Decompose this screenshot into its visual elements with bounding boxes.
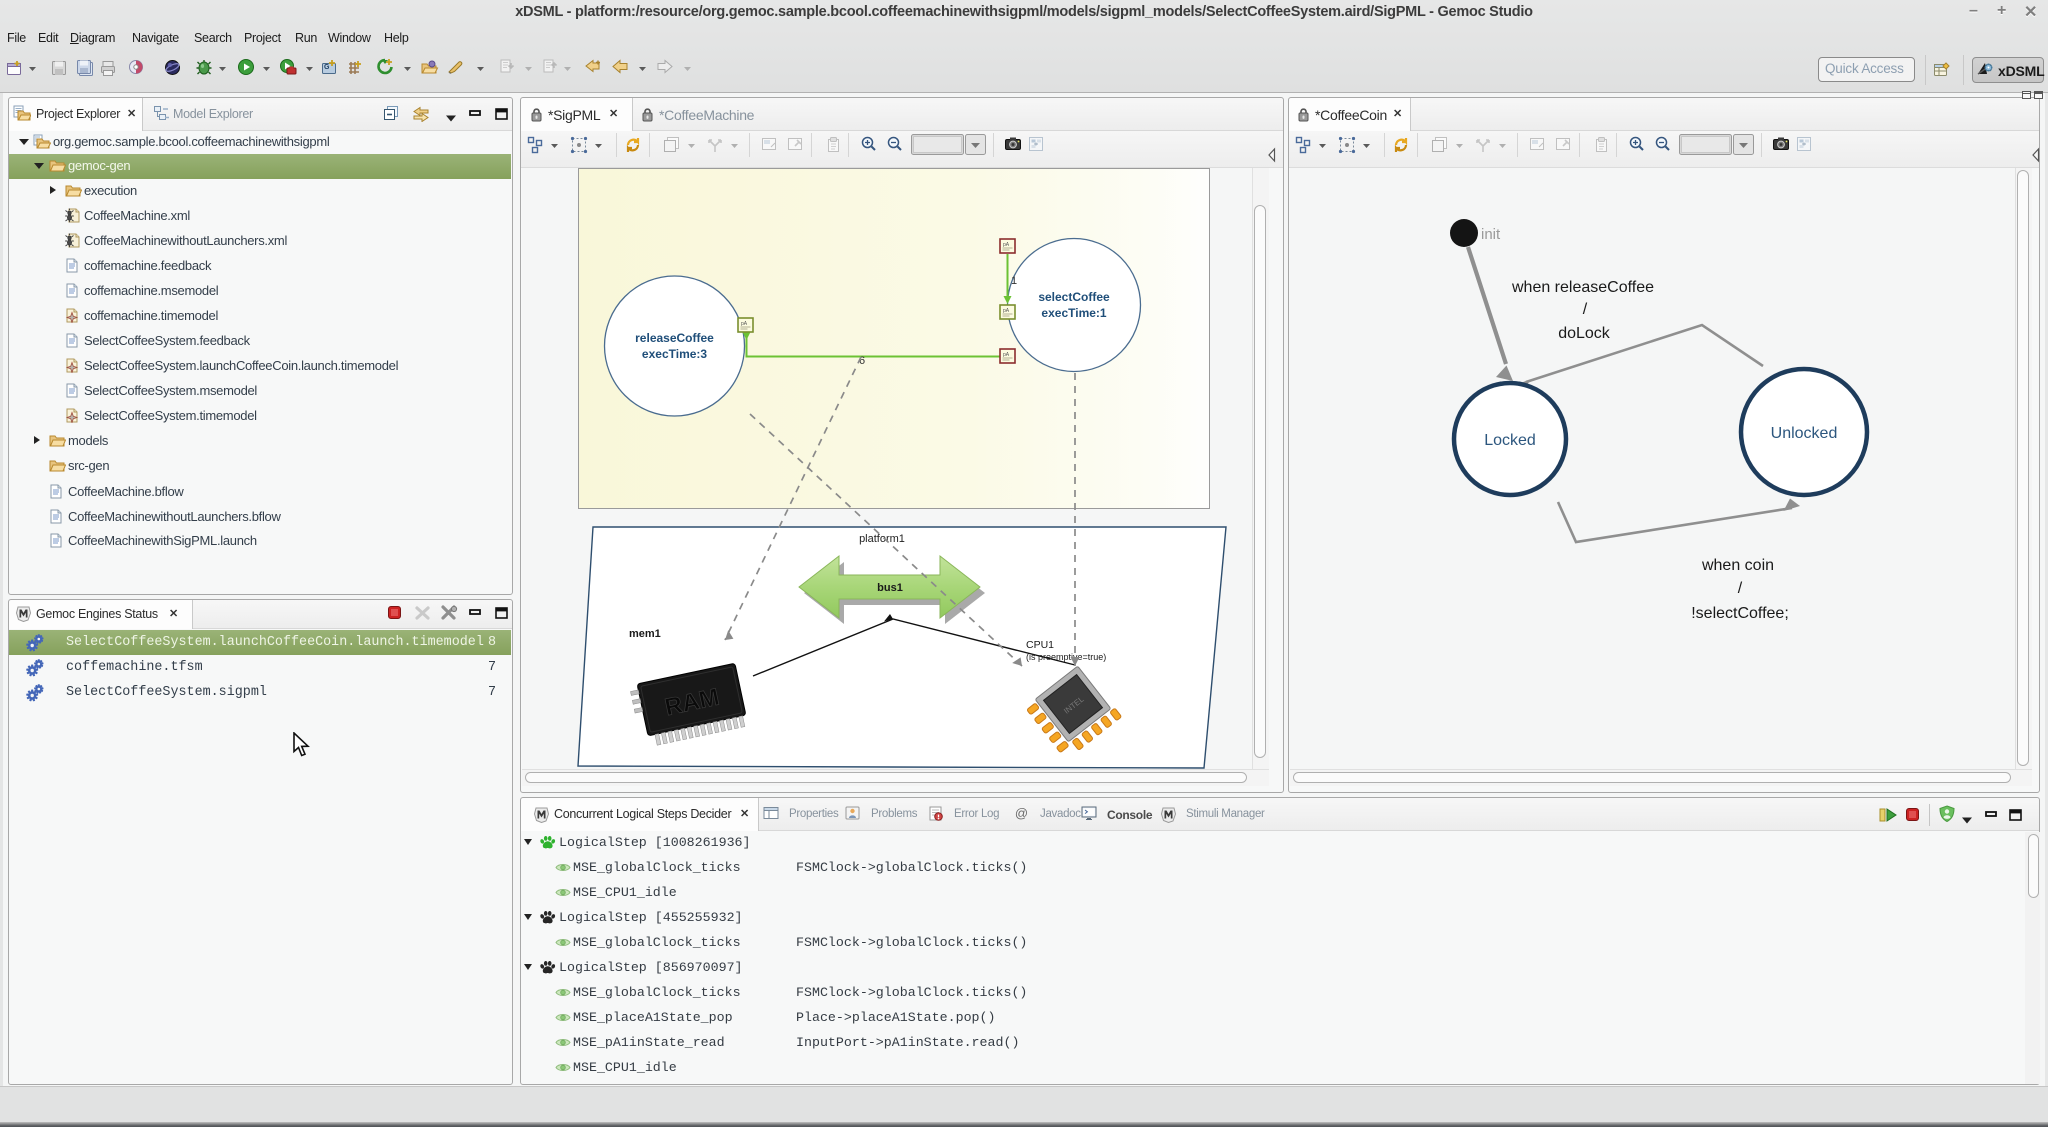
svg-text:platform1: platform1 (859, 533, 905, 545)
svg-text:doLock: doLock (1558, 325, 1611, 342)
svg-text:pA: pA (1003, 352, 1010, 358)
svg-text:pA: pA (741, 321, 748, 327)
svg-text:G: G (324, 64, 330, 71)
svg-text:init: init (1481, 226, 1501, 243)
svg-text:/: / (1738, 580, 1743, 597)
svg-text:Unlocked: Unlocked (1771, 425, 1838, 442)
svg-text:!selectCoffee;: !selectCoffee; (1691, 605, 1789, 622)
svg-text:Locked: Locked (1484, 432, 1536, 449)
svg-text:(is preemptive=true): (is preemptive=true) (1026, 652, 1106, 662)
svg-text:pA: pA (1003, 242, 1010, 248)
svg-text:@: @ (1015, 806, 1028, 821)
svg-text:execTime:1: execTime:1 (1041, 306, 1106, 320)
svg-text:bus1: bus1 (877, 582, 903, 594)
svg-text:1: 1 (1011, 275, 1017, 287)
svg-text:mem1: mem1 (629, 628, 661, 640)
svg-text:CPU1: CPU1 (1026, 639, 1054, 651)
svg-text:when coin: when coin (1701, 557, 1774, 574)
svg-text:execTime:3: execTime:3 (642, 347, 707, 361)
svg-text:pA: pA (1003, 308, 1010, 314)
svg-text:when releaseCoffee: when releaseCoffee (1511, 279, 1654, 296)
svg-text:/: / (1583, 301, 1588, 318)
svg-text:releaseCoffee: releaseCoffee (635, 331, 714, 345)
svg-text:selectCoffee: selectCoffee (1038, 290, 1110, 304)
